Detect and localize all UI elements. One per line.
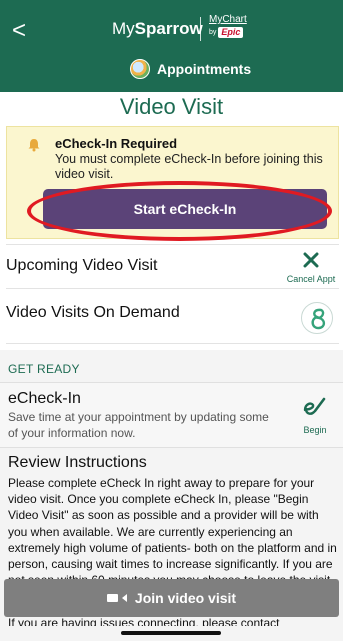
epic-logo: Epic <box>218 27 244 38</box>
appointments-label: Appointments <box>157 61 252 77</box>
begin-label: Begin <box>303 425 327 435</box>
upcoming-video-visit-title: Upcoming Video Visit <box>6 257 158 274</box>
echeck-in-description: Save time at your appointment by updatin… <box>8 410 269 440</box>
get-ready-heading: GET READY <box>8 362 80 376</box>
upcoming-video-visit-row[interactable]: Upcoming Video Visit Cancel Appt <box>6 244 339 289</box>
video-camera-icon <box>106 594 118 603</box>
header-divider <box>200 17 201 41</box>
mychart-by: by <box>209 29 217 36</box>
banner-title: eCheck-In Required <box>55 136 178 151</box>
review-instructions-title: Review Instructions <box>8 454 147 471</box>
app-header: < MySparrow MyChart by Epic Appointments <box>0 0 343 92</box>
brand-bold: Sparrow <box>134 19 203 38</box>
appointments-section-label: Appointments <box>130 57 251 81</box>
banner-message: You must complete eCheck-In before joini… <box>55 152 323 181</box>
video-visits-on-demand-title: Video Visits On Demand <box>6 304 180 321</box>
close-icon <box>303 251 319 273</box>
join-video-visit-label: Join video visit <box>134 590 237 606</box>
chevron-left-icon[interactable]: < <box>12 18 38 44</box>
page-title: Video Visit <box>119 94 224 119</box>
review-instructions-continued: If you are having issues connecting, ple… <box>8 616 280 626</box>
join-video-visit-button[interactable]: Join video visit <box>4 579 339 617</box>
begin-echeck-button[interactable]: Begin <box>298 396 332 435</box>
video-visits-on-demand-row[interactable]: Video Visits On Demand <box>6 292 339 344</box>
highlight-annotation-ellipse <box>27 181 332 241</box>
bell-icon <box>27 138 41 152</box>
appointments-icon <box>130 59 150 79</box>
brand-prefix: My <box>112 19 135 38</box>
brand-logo: MySparrow <box>112 19 203 39</box>
mychart-logo: MyChart by Epic <box>209 14 251 44</box>
cancel-appt-label: Cancel Appt <box>286 274 336 284</box>
cancel-appt-button[interactable]: Cancel Appt <box>281 251 341 284</box>
mychart-label: MyChart <box>209 14 247 25</box>
echeck-in-title: eCheck-In <box>8 390 81 407</box>
on-demand-icon[interactable] <box>301 302 333 334</box>
home-indicator[interactable] <box>121 631 221 635</box>
echeck-icon <box>302 397 328 426</box>
